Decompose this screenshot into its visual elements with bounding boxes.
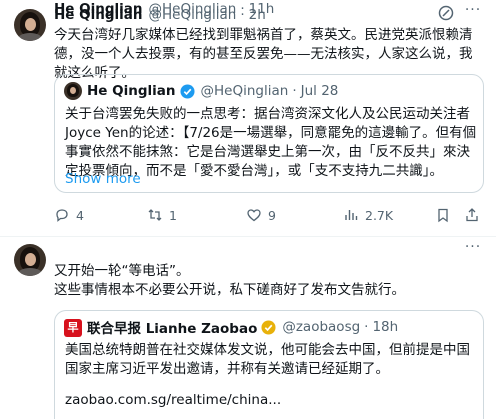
quote-header: 联合早报 Lianhe Zaobao @zaobaosg · 18h bbox=[87, 318, 399, 337]
quote-author-name: 联合早报 Lianhe Zaobao bbox=[87, 321, 258, 337]
quoted-tweet[interactable]: He Qinglian @HeQinglian · Jul 28 关于台湾罢免失… bbox=[54, 74, 484, 193]
show-more-link[interactable]: Show more bbox=[65, 171, 141, 187]
avatar[interactable] bbox=[14, 244, 46, 276]
share-button[interactable] bbox=[464, 205, 486, 225]
avatar bbox=[64, 82, 82, 100]
quote-link[interactable]: zaobao.com.sg/realtime/china... bbox=[65, 392, 281, 408]
like-icon bbox=[247, 209, 261, 222]
avatar[interactable] bbox=[14, 9, 46, 41]
more-icon[interactable]: ··· bbox=[462, 2, 484, 20]
separator: · bbox=[292, 83, 297, 99]
views-count: 2.7K bbox=[365, 207, 394, 223]
bookmark-button[interactable] bbox=[435, 205, 457, 225]
quoted-tweet[interactable]: 早 联合早报 Lianhe Zaobao @zaobaosg · 18h 美国总… bbox=[54, 310, 484, 419]
quote-timestamp: 18h bbox=[372, 319, 399, 335]
retweet-button[interactable]: 1 bbox=[147, 205, 177, 225]
reply-button[interactable]: 4 bbox=[54, 205, 84, 225]
quote-text: 美国总统特朗普在社交媒体发文说，他可能会去中国，但前提是中国国家主席习近平发出邀… bbox=[65, 342, 470, 377]
bookmark-icon bbox=[438, 208, 448, 223]
share-icon bbox=[466, 208, 478, 222]
reply-icon bbox=[56, 209, 68, 222]
timestamp[interactable]: 11h bbox=[249, 1, 275, 17]
quote-timestamp: Jul 28 bbox=[300, 83, 339, 99]
separator: · bbox=[364, 319, 369, 335]
more-icon[interactable]: ··· bbox=[462, 239, 484, 257]
slash-icon[interactable] bbox=[438, 5, 454, 21]
like-button[interactable]: 9 bbox=[246, 205, 276, 225]
retweet-icon bbox=[148, 209, 162, 221]
author-handle[interactable]: @HeQinglian bbox=[149, 1, 237, 17]
quote-author-handle: @zaobaosg bbox=[282, 319, 361, 335]
verified-icon bbox=[179, 83, 195, 99]
tweet-text: 又开始一轮“等电话”。 这些事情根本不必要公开说，私下磋商好了发布文告就行。 bbox=[54, 263, 405, 298]
separator: · bbox=[240, 1, 245, 17]
author-name[interactable]: He Qinglian bbox=[54, 1, 143, 17]
action-bar: 4 1 9 2.7K bbox=[54, 205, 484, 225]
reply-count: 4 bbox=[76, 207, 84, 223]
like-count: 9 bbox=[268, 207, 276, 223]
quote-author-handle: @HeQinglian bbox=[200, 83, 289, 99]
quote-author-name: He Qinglian bbox=[87, 83, 176, 99]
zaobao-logo: 早 bbox=[64, 319, 82, 337]
verified-icon bbox=[261, 319, 276, 335]
quote-text: 关于台湾罢免失败的一点思考：据台湾资深文化人及公民运动关注者Joyce Yen的… bbox=[65, 106, 477, 179]
tweet-1[interactable]: He Qinglian @HeQinglian · 2h ··· 今天台湾好几家… bbox=[0, 0, 496, 237]
views-button[interactable]: 2.7K bbox=[343, 205, 393, 225]
views-icon bbox=[345, 210, 358, 220]
tweet-header: He Qinglian @HeQinglian · 11h bbox=[54, 0, 274, 18]
retweet-count: 1 bbox=[169, 207, 177, 223]
quote-header: He Qinglian @HeQinglian · Jul 28 bbox=[87, 82, 338, 100]
